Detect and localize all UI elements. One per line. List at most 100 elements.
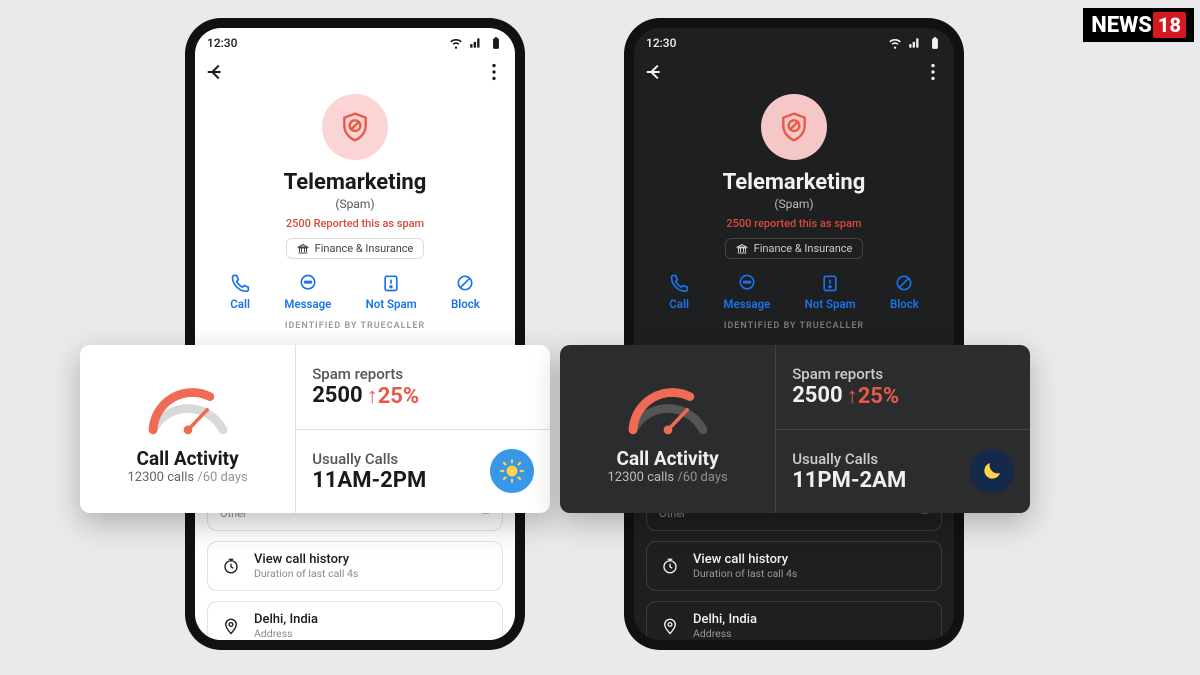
statusbar: 12:30: [195, 28, 515, 54]
not-spam-button[interactable]: Not Spam: [366, 273, 417, 311]
report-icon: [381, 273, 401, 293]
bank-icon: [297, 243, 309, 255]
card-call-history[interactable]: View call history Duration of last call …: [207, 541, 503, 591]
action-row: Call Message Not Spam Block: [634, 259, 954, 319]
watermark-brand: NEWS: [1091, 13, 1152, 38]
card-location-title: Delhi, India: [254, 612, 318, 627]
card-location[interactable]: Delhi, India Address: [207, 601, 503, 640]
statusbar-time: 12:30: [646, 36, 676, 50]
action-row: Call Message Not Spam Block: [195, 259, 515, 319]
statusbar-icons: [449, 36, 503, 50]
usually-calls-cell: Usually Calls 11PM-2AM: [776, 429, 1030, 514]
gauge-icon: [133, 373, 243, 443]
card-location-sub: Address: [254, 627, 318, 640]
call-button[interactable]: Call: [669, 273, 689, 311]
battery-icon: [489, 36, 503, 50]
avatar: [761, 94, 827, 160]
category-chip[interactable]: Finance & Insurance: [725, 238, 864, 259]
signal-icon: [908, 36, 922, 50]
category-label: Finance & Insurance: [754, 242, 853, 255]
stats-overlay-dark: Call Activity 12300 calls /60 days Spam …: [560, 345, 1030, 513]
block-button[interactable]: Block: [451, 273, 480, 311]
stats-right: Spam reports 2500 ↑25% Usually Calls 11P…: [776, 345, 1030, 513]
arrow-left-icon: [205, 61, 227, 83]
sun-icon: [490, 449, 534, 493]
phone-icon: [230, 273, 250, 293]
topbar: [195, 54, 515, 90]
report-icon: [820, 273, 840, 293]
location-icon: [220, 617, 242, 635]
statusbar: 12:30: [634, 28, 954, 54]
usually-calls-cell: Usually Calls 11AM-2PM: [296, 429, 550, 514]
history-icon: [220, 557, 242, 575]
message-button[interactable]: Message: [723, 273, 770, 311]
gauge-icon: [613, 373, 723, 443]
stats-overlay-light: Call Activity 12300 calls /60 days Spam …: [80, 345, 550, 513]
watermark-num: 18: [1153, 12, 1186, 38]
block-button[interactable]: Block: [890, 273, 919, 311]
activity-period: /60 days: [197, 470, 247, 485]
card-history-title: View call history: [254, 552, 358, 567]
category-chip[interactable]: Finance & Insurance: [286, 238, 425, 259]
shield-spam-icon: [778, 111, 810, 143]
spam-reports-cell: Spam reports 2500 ↑25%: [296, 345, 550, 429]
call-activity-panel: Call Activity 12300 calls /60 days: [560, 345, 776, 513]
activity-calls: 12300 calls: [127, 470, 194, 485]
message-icon: [737, 273, 757, 293]
spam-reports-label: Spam reports: [312, 365, 419, 383]
activity-sub: 12300 calls /60 days: [127, 470, 247, 485]
card-history-sub: Duration of last call 4s: [693, 567, 797, 580]
spam-reports-label: Spam reports: [792, 365, 899, 383]
history-icon: [659, 557, 681, 575]
activity-title: Call Activity: [617, 447, 719, 470]
spam-trend: ↑25%: [847, 383, 900, 409]
spam-trend: ↑25%: [367, 383, 420, 409]
info-list: Other — View call history Duration of la…: [634, 501, 954, 640]
usually-calls-time: 11PM-2AM: [792, 468, 906, 493]
shield-spam-icon: [339, 111, 371, 143]
activity-period: /60 days: [677, 470, 727, 485]
back-button[interactable]: [205, 61, 227, 83]
profile-tag: (Spam): [195, 197, 515, 211]
message-label: Message: [723, 297, 770, 311]
call-label: Call: [669, 297, 689, 311]
arrow-left-icon: [644, 61, 666, 83]
bank-icon: [736, 243, 748, 255]
back-button[interactable]: [644, 61, 666, 83]
not-spam-label: Not Spam: [805, 297, 856, 311]
more-button[interactable]: [922, 61, 944, 83]
block-icon: [894, 273, 914, 293]
card-history-title: View call history: [693, 552, 797, 567]
spam-count: 2500: [792, 383, 843, 408]
identified-by-label: IDENTIFIED BY TRUECALLER: [634, 321, 954, 331]
spam-reports-cell: Spam reports 2500 ↑25%: [776, 345, 1030, 429]
info-list: Other — View call history Duration of la…: [195, 501, 515, 640]
spam-report-line: 2500 Reported this as spam: [195, 217, 515, 230]
card-location[interactable]: Delhi, India Address: [646, 601, 942, 640]
watermark-news18: NEWS18: [1083, 8, 1194, 42]
activity-calls: 12300 calls: [607, 470, 674, 485]
more-button[interactable]: [483, 61, 505, 83]
activity-title: Call Activity: [137, 447, 239, 470]
category-label: Finance & Insurance: [315, 242, 414, 255]
moon-icon: [970, 449, 1014, 493]
card-call-history[interactable]: View call history Duration of last call …: [646, 541, 942, 591]
not-spam-label: Not Spam: [366, 297, 417, 311]
block-icon: [455, 273, 475, 293]
battery-icon: [928, 36, 942, 50]
spam-reports-value: 2500 ↑25%: [792, 383, 899, 409]
spam-report-line: 2500 reported this as spam: [634, 217, 954, 230]
usually-calls-time: 11AM-2PM: [312, 468, 426, 493]
call-button[interactable]: Call: [230, 273, 250, 311]
phone-icon: [669, 273, 689, 293]
profile-name: Telemarketing: [634, 170, 954, 195]
card-history-sub: Duration of last call 4s: [254, 567, 358, 580]
stage: NEWS18 12:30 Telemarketing (Spam) 2500: [0, 0, 1200, 675]
profile-name: Telemarketing: [195, 170, 515, 195]
spam-pct: 25%: [378, 384, 420, 409]
call-label: Call: [230, 297, 250, 311]
message-icon: [298, 273, 318, 293]
not-spam-button[interactable]: Not Spam: [805, 273, 856, 311]
message-button[interactable]: Message: [284, 273, 331, 311]
screen-light: 12:30 Telemarketing (Spam) 2500 Reported…: [195, 28, 515, 640]
